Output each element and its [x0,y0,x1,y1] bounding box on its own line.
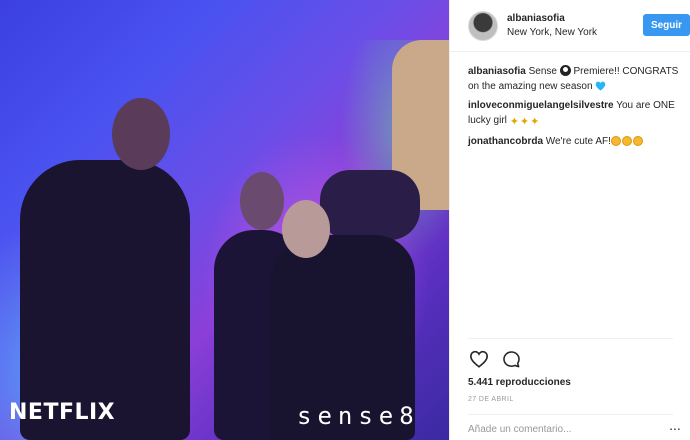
location-link[interactable]: New York, New York [507,27,597,38]
smirk-face-icon [632,136,643,146]
person-right [320,170,420,240]
comment-input[interactable] [468,421,658,437]
person-middle-head [240,172,284,230]
comment-text: Sense [528,66,560,77]
person-leaning-head [282,200,330,258]
comment-item: inloveconmiguelangelsilvestre You are ON… [468,98,683,130]
avatar[interactable] [468,10,498,41]
instagram-post: NETFLIX sense8 albaniasofia New York, Ne… [0,0,690,440]
person-left-head [112,98,170,170]
post-header: albaniasofia New York, New York Seguir [450,0,690,52]
author-username[interactable]: albaniasofia [507,13,597,24]
person-left [20,160,190,440]
post-date[interactable]: 27 de abril [468,396,514,403]
comment-bubble-icon[interactable] [500,348,522,370]
header-text: albaniasofia New York, New York [507,13,597,38]
comment-list: albaniasofia Sense Premiere!! CONGRATS o… [468,64,683,153]
heart-outline-icon[interactable] [468,348,490,370]
post-sidebar: albaniasofia New York, New York Seguir a… [449,0,690,440]
post-media-video[interactable]: NETFLIX sense8 [0,0,449,440]
smirk-face-icon [621,136,632,146]
comment-text: We're cute AF! [545,136,611,147]
netflix-watermark: NETFLIX [9,400,116,425]
sense8-watermark: sense8 [297,402,420,430]
divider [468,414,673,415]
view-count[interactable]: 5.441 reproducciones [468,377,571,388]
8-ball-icon [559,65,571,76]
sparkles-icon: ✦ [519,116,530,128]
follow-button[interactable]: Seguir [643,14,690,36]
comment-username[interactable]: inloveconmiguelangelsilvestre [468,100,614,111]
blue-heart-icon [595,81,606,92]
comment-username[interactable]: albaniasofia [468,66,526,77]
comment-item: albaniasofia Sense Premiere!! CONGRATS o… [468,64,683,94]
action-bar [468,348,522,370]
more-options-button[interactable]: ... [666,418,684,436]
smirk-face-icon [610,136,621,146]
comment-item: jonathancobrda We're cute AF! [468,134,683,149]
sparkles-icon: ✦ [509,116,519,128]
divider [468,338,673,339]
comment-username[interactable]: jonathancobrda [468,136,543,147]
sparkles-icon: ✦ [530,116,540,128]
